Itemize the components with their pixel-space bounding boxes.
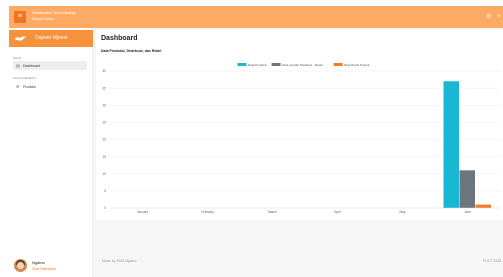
sidebar-item-produks[interactable]: ⚙ Produks [13,82,87,91]
section-label-management: MANAGEMENT [13,76,37,80]
close-icon[interactable]: × [497,13,501,21]
main-content: Dashboard Data Produksi, Distribusi, dan… [93,28,503,277]
legend-label: Data Produksi [248,63,267,67]
top-bar: ≡ Distribution Tool Monthly Report Haria… [9,6,503,28]
bar [475,204,491,208]
bar-chart: 0 5 10 15 20 25 30 35 40 Data Produksi Data Jumlah… [102,63,500,214]
brand-header[interactable]: Dapoer Mjoeni [9,30,93,47]
user-name: Ngatno [32,260,45,265]
legend-label: Data Retail Produk [344,63,370,67]
bar [443,81,459,208]
x-tick-label: June [464,210,471,214]
dashboard-icon: ▤ [16,63,20,68]
legend-swatch [237,63,247,66]
dashboard-card: Dashboard Data Produksi, Distribusi, dan… [96,30,503,220]
y-tick-label: 10 [102,172,106,176]
y-tick-label: 15 [102,155,106,159]
x-tick-label: January [137,210,149,214]
avatar [14,259,27,272]
sidebar: Dapoer Mjoeni MAIN ▤ Dashboard MANAGEMEN… [9,28,93,277]
legend-swatch [271,63,281,66]
y-tick-label: 25 [102,121,106,125]
app-name: Distribution Tool Monthly [32,10,76,15]
y-tick-label: 20 [102,138,106,142]
page-title: Dashboard [101,35,138,42]
x-tick-label: May [399,210,405,214]
footer-version: PUCT 2025 [483,259,502,263]
x-tick-label: April [334,210,341,214]
legend-swatch [333,63,343,66]
gear-icon: ⚙ [16,84,20,89]
y-tick-label: 30 [102,103,106,107]
bird-logo-icon [14,36,27,41]
sidebar-item-dashboard[interactable]: ▤ Dashboard [13,61,87,70]
user-role: Chef Distributor [32,267,57,271]
section-label-main: MAIN [13,56,22,60]
gear-icon[interactable]: ⚙ [486,13,491,21]
sidebar-item-label: Produks [23,84,36,89]
menu-icon[interactable]: ≡ [14,11,26,23]
y-tick-label: 40 [102,69,106,73]
user-profile[interactable]: Ngatno Chef Distributor [14,257,89,275]
brand-name: Dapoer Mjoeni [35,35,68,41]
x-tick-label: February [201,210,214,214]
y-tick-label: 35 [102,86,106,90]
sidebar-item-label: Dashboard [23,63,41,68]
chart-heading: Data Produksi, Distribusi, dan Retail [101,49,162,53]
legend-label: Data Jumlah Distribusi - Retail [282,63,323,67]
y-tick-label: 0 [104,206,106,210]
footer-credit: Made by 2025 Ngatno [102,259,137,263]
y-tick-label: 5 [104,189,106,193]
bar [459,170,475,208]
x-tick-label: March [268,210,277,214]
chart: 0 5 10 15 20 25 30 35 40 Data Produksi Data Jumlah… [96,57,503,220]
app-subtitle: Report Harian [32,17,54,21]
